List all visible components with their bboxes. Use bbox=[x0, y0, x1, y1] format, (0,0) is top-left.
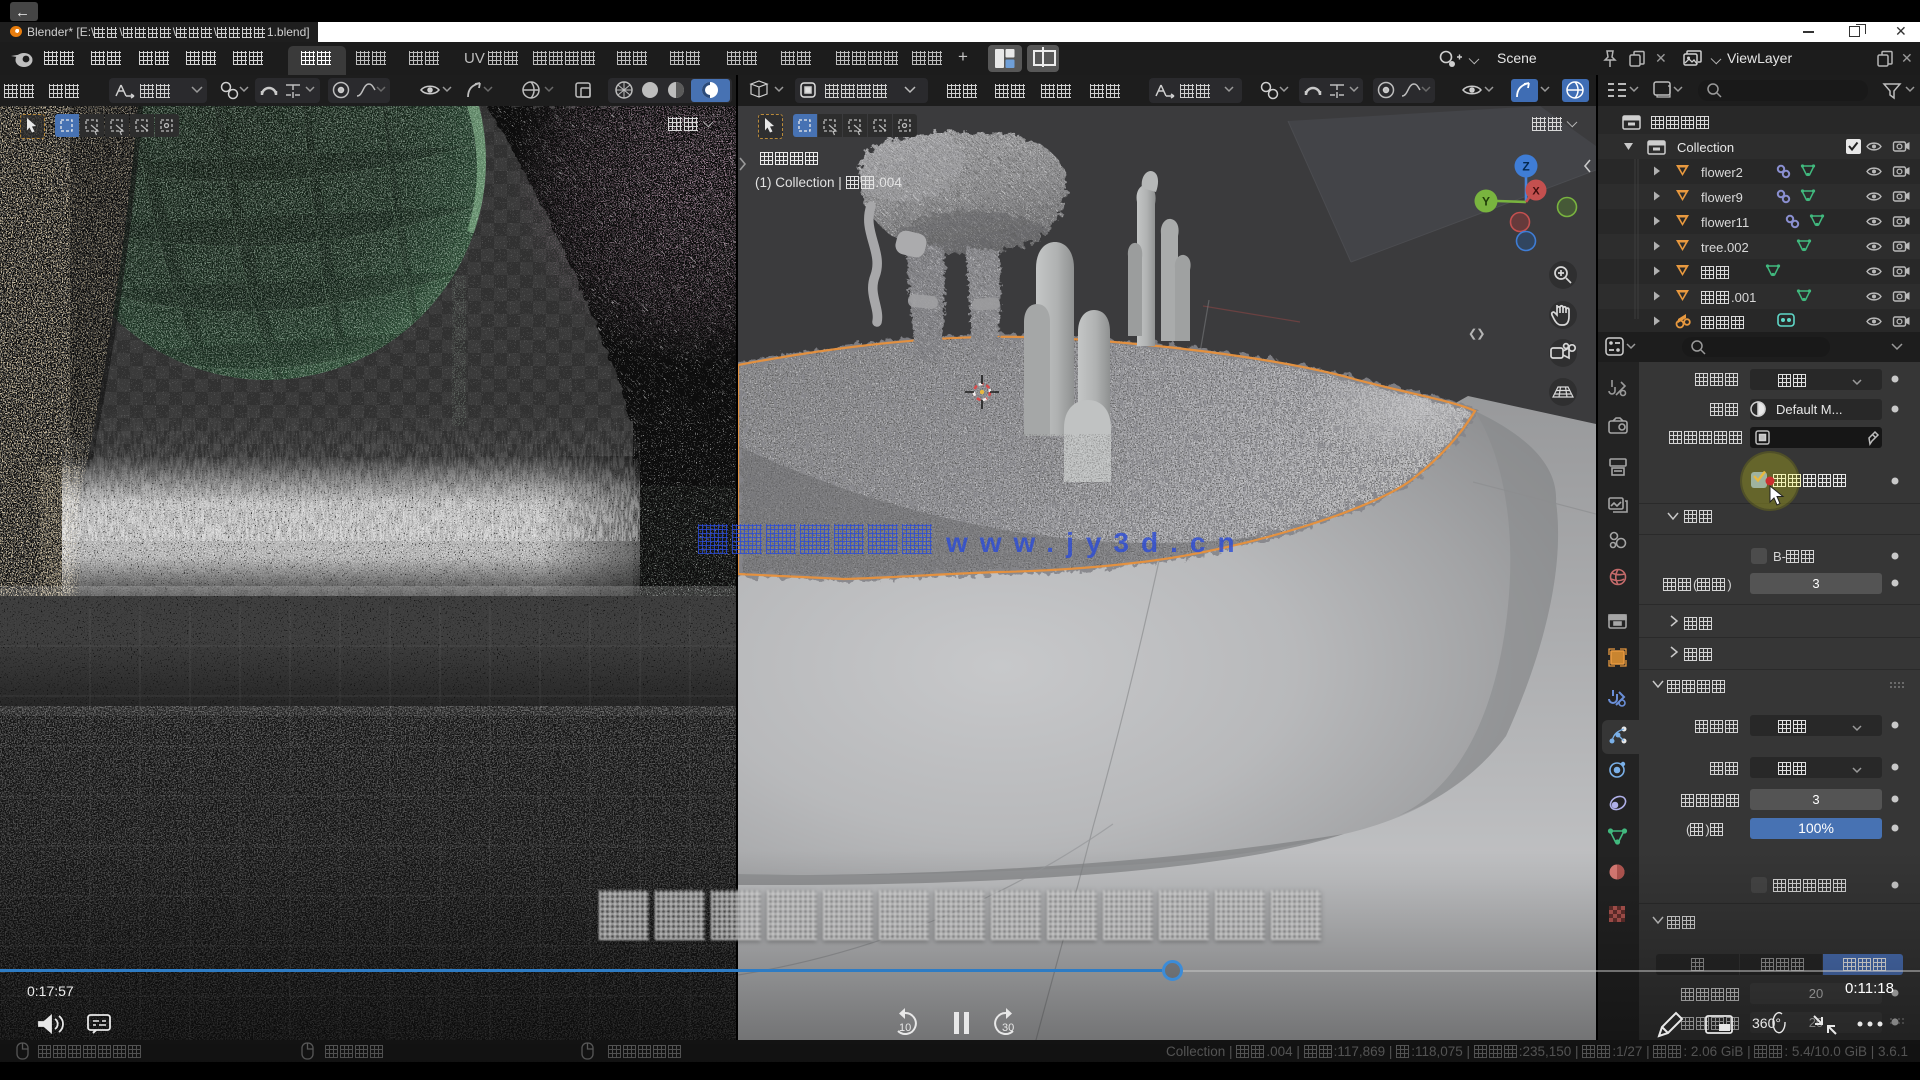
svg-text:Y: Y bbox=[1482, 195, 1490, 209]
svg-text:Z: Z bbox=[1522, 160, 1529, 174]
svg-text:X: X bbox=[1532, 186, 1540, 198]
